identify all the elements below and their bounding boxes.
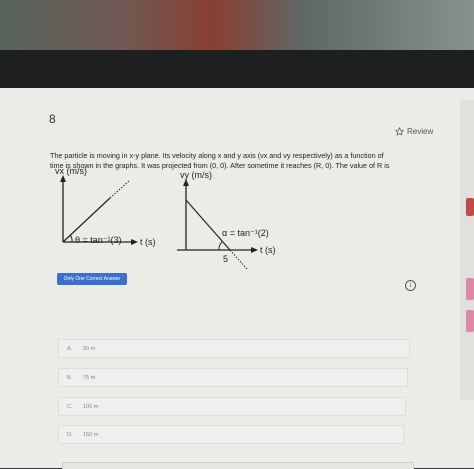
vy-angle-arc	[218, 241, 223, 251]
side-tab-pink-2[interactable]	[466, 310, 474, 332]
option-a[interactable]: A. 50 m	[58, 339, 410, 358]
option-letter: B.	[67, 375, 73, 381]
option-letter: D.	[67, 432, 73, 438]
option-value: 150 m	[83, 432, 99, 438]
side-panel	[460, 100, 474, 400]
vx-y-axis-arrow	[60, 175, 66, 182]
vy-y-label: vy (m/s)	[180, 170, 212, 180]
vx-angle-label: θ = tan⁻¹(3)	[75, 235, 122, 245]
info-circle-icon[interactable]: i	[405, 280, 416, 291]
vy-time-graph: vy (m/s) α = tan⁻¹(2) 5 t (s)	[177, 170, 276, 270]
option-value: 50 m	[83, 346, 96, 352]
option-value: 75 m	[83, 375, 96, 381]
question-number: 8	[49, 112, 56, 126]
option-b[interactable]: B. 75 m	[58, 368, 408, 387]
vx-x-label: t (s)	[140, 237, 156, 247]
question-text-line-1: The particle is moving in x-y plane. Its…	[50, 151, 384, 160]
side-tab-red[interactable]	[466, 198, 474, 216]
option-d[interactable]: D. 150 m	[58, 425, 404, 444]
vy-intercept-label: 5	[223, 254, 228, 264]
review-button[interactable]: Review	[395, 127, 433, 136]
vy-x-label: t (s)	[260, 245, 276, 255]
vy-line-dotted	[229, 249, 248, 270]
star-outline-icon	[395, 127, 404, 136]
review-label: Review	[407, 127, 434, 136]
vy-x-axis-arrow	[251, 247, 258, 253]
vy-y-axis-arrow	[183, 179, 189, 186]
vx-line-dotted	[109, 179, 131, 199]
vx-x-axis-arrow	[131, 239, 138, 245]
option-c[interactable]: C. 100 m	[58, 397, 406, 416]
answer-type-badge: Only One Correct Answer	[57, 273, 127, 285]
vx-angle-arc	[69, 234, 73, 243]
vy-line	[185, 199, 231, 251]
side-tab-pink[interactable]	[466, 278, 474, 300]
option-letter: A.	[67, 346, 73, 352]
option-value: 100 m	[83, 404, 99, 410]
background-scene	[0, 0, 474, 50]
vx-time-graph: vx (m/s) θ = tan⁻¹(3) t (s)	[55, 166, 156, 247]
option-letter: C.	[67, 404, 73, 410]
vy-angle-label: α = tan⁻¹(2)	[222, 228, 269, 238]
vx-y-label: vx (m/s)	[55, 166, 87, 176]
